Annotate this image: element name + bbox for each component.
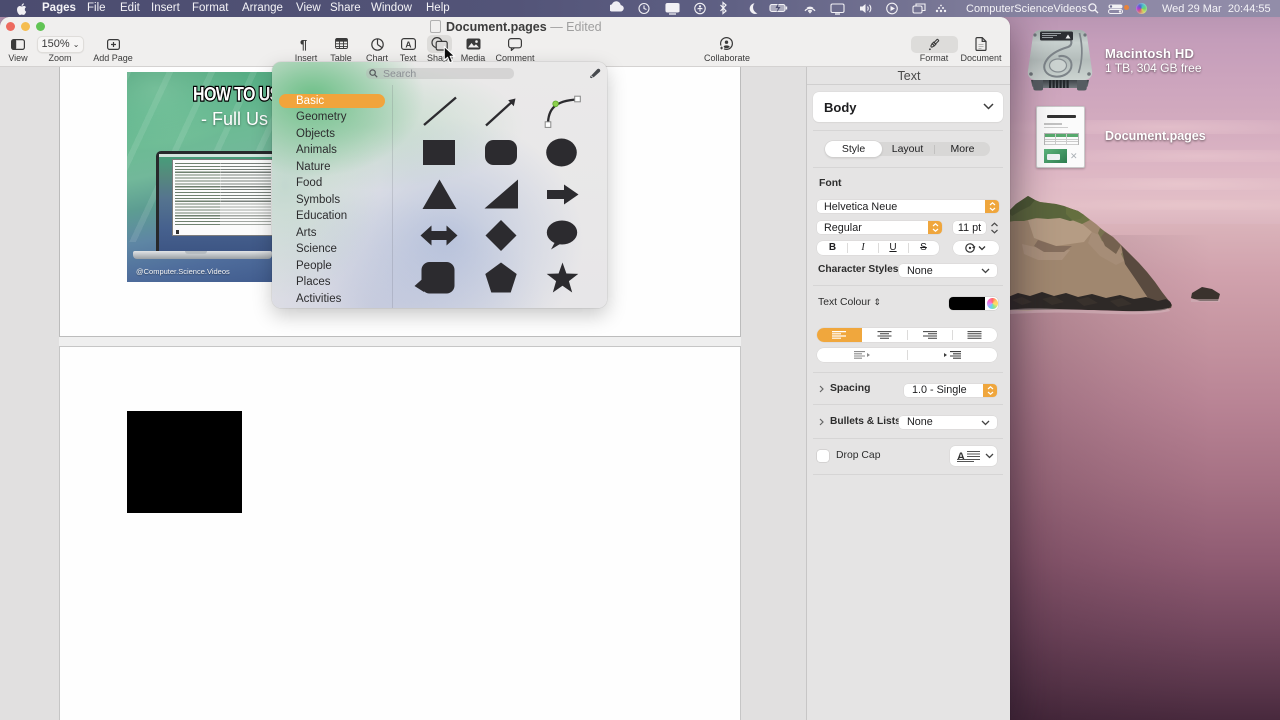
svg-text:A: A (957, 451, 965, 462)
svg-text:A: A (405, 39, 411, 49)
